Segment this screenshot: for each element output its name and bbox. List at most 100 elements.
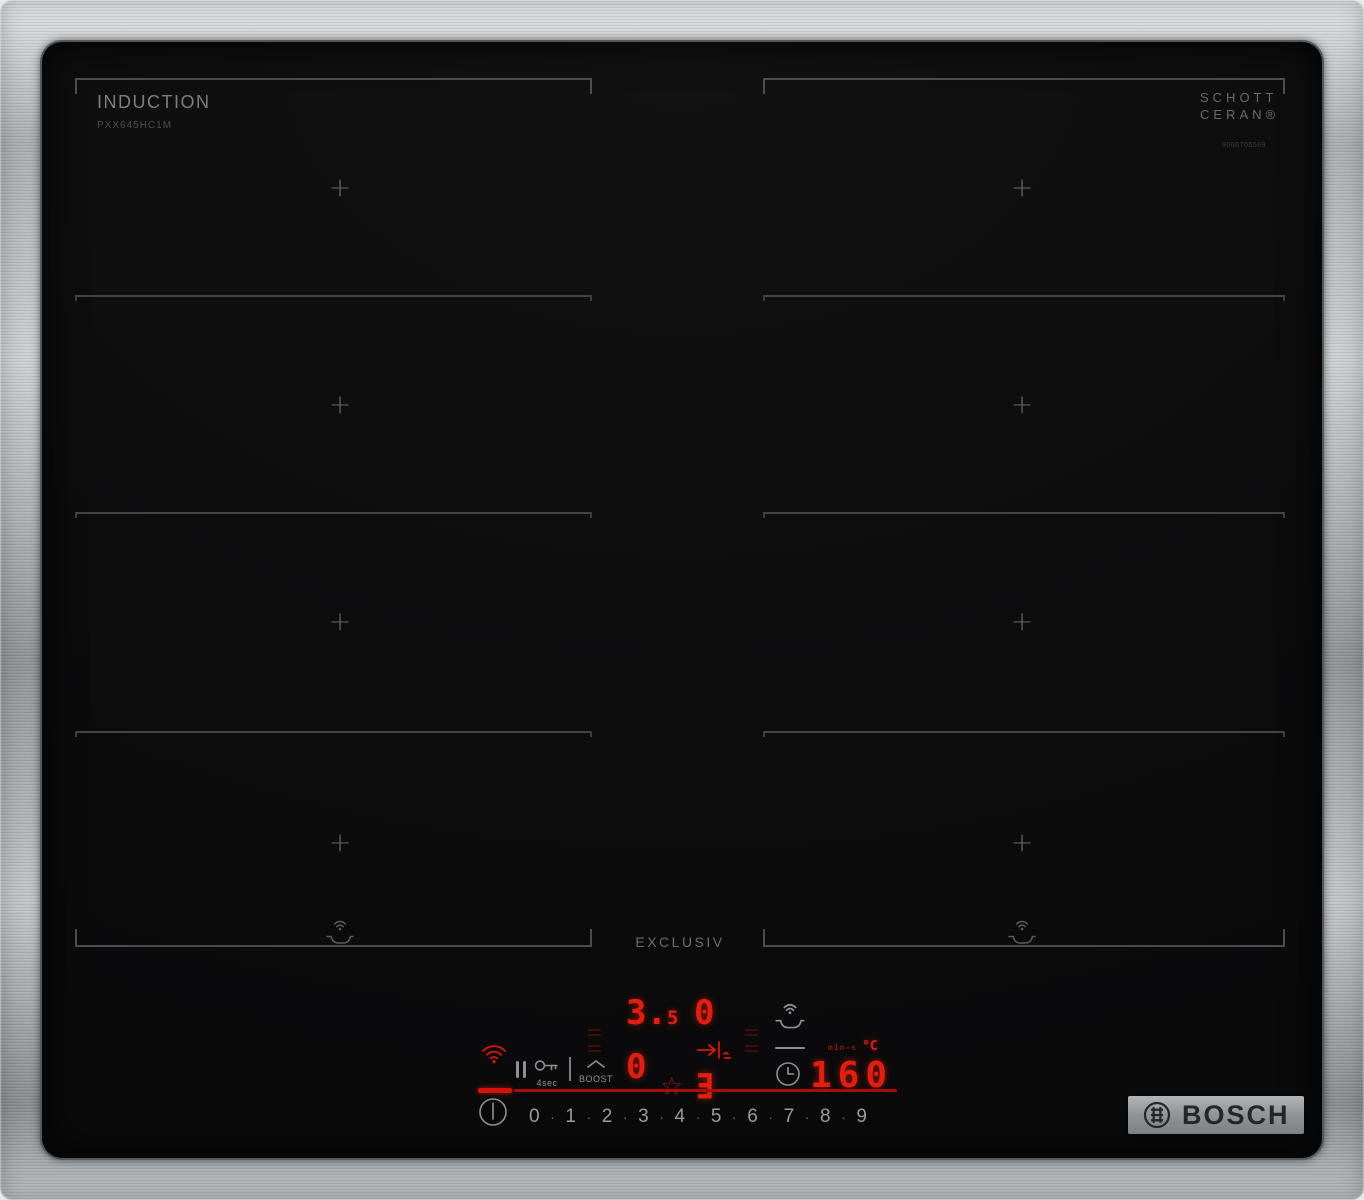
pause-icon [523,1061,526,1078]
zone-center-marker: + [329,609,352,636]
zone-corner [1283,929,1285,945]
zone-corner [1283,295,1285,301]
zone-corner [590,295,592,301]
temperature-unit: °C [862,1040,878,1053]
zone-corner [763,512,765,518]
slider-dot: · [841,1109,846,1125]
slider-dot: · [587,1109,592,1125]
ceran-glass-surface: + + + + [42,42,1322,1158]
glass-print-block: INDUCTION PXX645HC1M [97,92,211,131]
pause-icon [516,1061,519,1078]
zone-line [763,731,1285,733]
power-level-slider[interactable]: 0 · 1 · 2 · 3 · 4 · 5 · 6 · 7 · 8 · 9 [529,1104,867,1130]
slider-number-3[interactable]: 3 [638,1106,649,1128]
slider-line[interactable] [514,1089,897,1092]
zone-line [75,295,592,297]
zone-corner [1283,512,1285,518]
cooktop-product-photo: + + + + [0,0,1364,1200]
lock-hold-label: 4sec [534,1078,560,1088]
zone-corner [763,78,765,94]
zone-line [75,78,592,80]
frying-sensor-key[interactable] [772,1000,808,1049]
zone-center-marker: + [1011,830,1034,857]
zone-corner [75,929,77,945]
zone-line [763,512,1285,514]
display-right-front-glyph: E [696,1071,714,1106]
wifi-icon [480,1042,508,1066]
zone-corner [75,295,77,301]
slider-dot: · [805,1109,810,1125]
slider-active-segment[interactable] [478,1088,512,1093]
zone-center-marker: + [329,830,352,857]
slider-number-2[interactable]: 2 [602,1106,613,1128]
slider-number-1[interactable]: 1 [565,1106,576,1128]
childlock-key[interactable]: 4sec [534,1058,560,1088]
model-number-label: PXX645HC1M [97,120,211,131]
panel-divider [569,1057,571,1081]
display-right-rear-level: 0 [694,996,714,1030]
slider-number-9[interactable]: 9 [856,1106,867,1128]
zone-line [75,731,592,733]
bosch-wordmark: BOSCH [1182,1100,1290,1131]
schott-line: SCHOTT [1200,90,1290,107]
exclusiv-badge: EXCLUSIV [615,934,745,950]
slider-dot: · [768,1109,773,1125]
bridge-indicator-icon [588,1026,601,1055]
timer-clock-key[interactable] [774,1060,802,1088]
bosch-logo-badge: BOSCH [1128,1096,1304,1134]
slider-number-0[interactable]: 0 [529,1106,540,1128]
schott-ceran-logo: SCHOTT CERAN® [1200,90,1290,124]
bosch-emblem-icon [1142,1100,1172,1130]
zone-center-marker: + [1011,609,1034,636]
zone-center-marker: + [1011,392,1034,419]
power-button[interactable] [476,1095,510,1129]
display-left-front-level: 0 [626,1050,646,1084]
display-digit: 3. [626,993,667,1033]
zone-center-marker: + [329,392,352,419]
slider-number-7[interactable]: 7 [784,1106,795,1128]
slider-dot: · [696,1109,701,1125]
slider-number-8[interactable]: 8 [820,1106,831,1128]
slider-number-4[interactable]: 4 [675,1106,686,1128]
induction-label: INDUCTION [97,92,211,113]
slider-dot: · [623,1109,628,1125]
slider-number-6[interactable]: 6 [747,1106,758,1128]
glass-part-number: 9000705569 [1222,142,1266,149]
zone-corner [763,929,765,945]
boost-chevron-icon [584,1059,608,1069]
zone-line [763,295,1285,297]
zone-corner [590,512,592,518]
slider-dot: · [732,1109,737,1125]
key-icon [534,1058,560,1073]
zone-corner [763,731,765,737]
move-pan-arrow-icon [694,1038,740,1068]
boost-key[interactable]: BOOST [579,1056,613,1084]
zone-corner [763,295,765,301]
star-icon: ☆ [660,1072,683,1102]
frying-sensor-zone-icon [1005,918,1039,948]
zone-line [763,78,1285,80]
zone-center-marker: + [329,175,352,202]
move-pan-indicator: E [694,1038,740,1112]
zone-corner [75,731,77,737]
zone-corner [75,512,77,518]
zone-corner [590,78,592,94]
frying-sensor-icon [772,1000,808,1034]
display-digit-decimal: 5 [667,1007,678,1029]
pause-key[interactable] [516,1061,528,1078]
slider-number-5[interactable]: 5 [711,1106,722,1128]
frying-sensor-zone-icon [323,918,357,948]
zone-corner [590,731,592,737]
zone-line [75,512,592,514]
zone-corner [1283,731,1285,737]
slider-dot: · [659,1109,664,1125]
sensor-underline [775,1047,805,1049]
slider-dot: · [550,1109,555,1125]
timer-unit-label: min-s [828,1044,857,1052]
display-left-rear-level: 3.5 [626,996,678,1030]
zone-corner [75,78,77,94]
zone-center-marker: + [1011,175,1034,202]
zone-corner [590,929,592,945]
boost-label: BOOST [579,1074,613,1084]
ceran-line: CERAN® [1200,107,1290,124]
